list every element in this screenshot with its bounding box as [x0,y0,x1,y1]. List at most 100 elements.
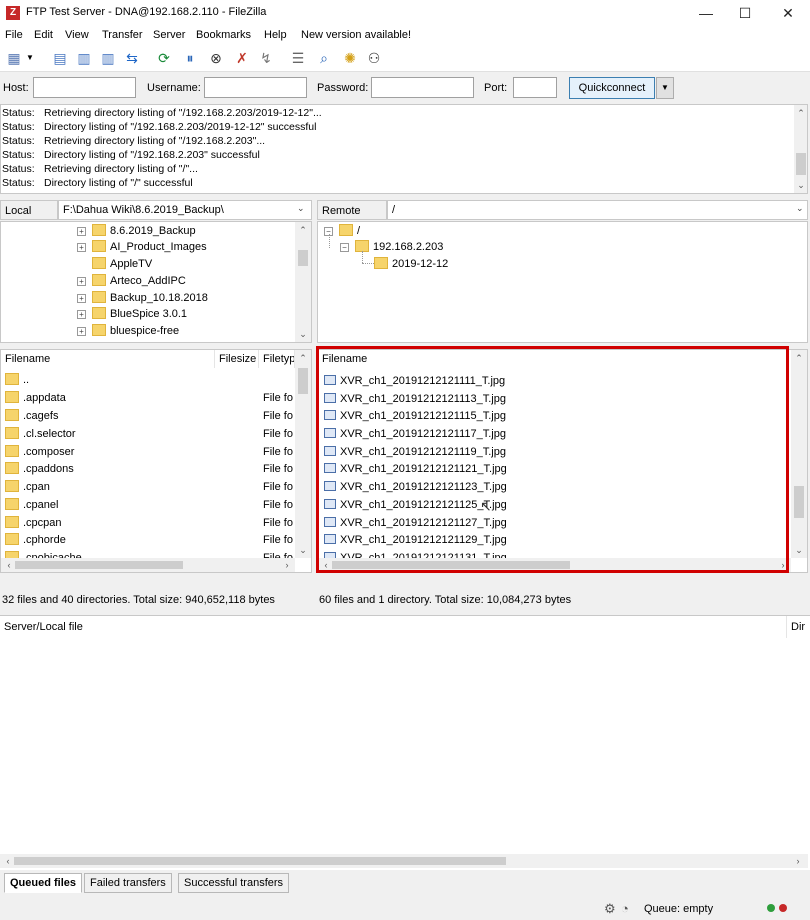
remote-path-input[interactable]: / [387,200,808,220]
menu-view[interactable]: View [65,29,89,41]
local-directory-tree[interactable]: +8.6.2019_Backup + AI_Product_Images Appl… [0,221,312,343]
scroll-left-icon[interactable]: ‹ [2,855,14,867]
list-item[interactable]: XVR_ch1_20191212121117_T.jpg [324,425,506,443]
password-input[interactable] [371,77,474,98]
scroll-up-icon[interactable]: ⌃ [297,352,309,364]
message-log[interactable]: Status: Retrieving directory listing of "… [0,104,808,194]
scrollbar-thumb[interactable] [794,486,804,518]
queue-column-server[interactable]: Server/Local file [4,621,83,633]
scrollbar-thumb[interactable] [298,250,308,266]
queue-column-direction[interactable]: Dir [786,616,805,638]
scroll-down-icon[interactable]: ⌄ [297,544,309,556]
list-item[interactable]: XVR_ch1_20191212121119_T.jpg [324,443,506,461]
queue-hscrollbar[interactable]: ‹ › [0,854,808,868]
list-item[interactable]: XVR_ch1_20191212121123_T.jpg [324,478,507,496]
scrollbar-thumb[interactable] [332,561,570,569]
list-item[interactable]: XVR_ch1_20191212121115_T.jpg [324,407,506,425]
scroll-up-icon[interactable]: ⌃ [297,224,309,236]
filter-icon[interactable]: ☰ [288,48,308,68]
column-header-filename[interactable]: Filename [1,350,215,368]
chevron-down-icon[interactable]: ⌄ [796,203,804,214]
tree-item[interactable]: AppleTV [92,256,152,272]
port-input[interactable] [513,77,557,98]
list-item[interactable]: XVR_ch1_20191212121111_T.jpg [324,372,505,390]
compare-icon[interactable]: ⌕ [314,48,334,68]
tab-failed-transfers[interactable]: Failed transfers [84,873,172,893]
menu-file[interactable]: File [5,29,23,41]
list-item[interactable]: XVR_ch1_20191212121113_T.jpg [324,390,506,408]
scroll-down-icon[interactable]: ⌄ [297,328,309,340]
list-item[interactable]: .cpanel File fo [5,496,293,514]
scroll-up-icon[interactable]: ⌃ [795,107,807,119]
list-item[interactable]: .cpaddons File fo [5,460,293,478]
sync-browse-icon[interactable]: ✺ [340,48,360,68]
toggle-queue-icon[interactable]: ⇆ [122,48,142,68]
menu-edit[interactable]: Edit [34,29,53,41]
reconnect-icon[interactable]: ↯ [256,48,276,68]
tab-queued-files[interactable]: Queued files [4,873,83,893]
local-list-vscrollbar[interactable]: ⌃ ⌄ [295,350,311,558]
scrollbar-thumb[interactable] [14,857,506,865]
tree-item[interactable]: −192.168.2.203 [340,239,443,255]
list-item[interactable]: XVR_ch1_20191212121129_T.jpg [324,531,507,549]
list-item[interactable]: XVR_ch1_20191212121121_T.jpg [324,460,507,478]
scroll-right-icon[interactable]: › [281,559,293,571]
list-item[interactable]: .composer File fo [5,443,293,461]
site-manager-icon[interactable]: ▦ [4,48,24,68]
scroll-down-icon[interactable]: ⌄ [793,544,805,556]
scroll-right-icon[interactable]: › [777,559,789,571]
process-queue-icon[interactable]: ⏸ [180,48,200,68]
column-header-filename[interactable]: Filename [318,350,788,368]
list-item[interactable]: .. [5,371,29,389]
quickconnect-history-dropdown[interactable]: ▼ [656,77,674,99]
remote-directory-tree[interactable]: − / −192.168.2.203 2019-12-12 [317,221,808,343]
tree-item[interactable]: + bluespice-free [77,323,179,339]
column-header-filetype[interactable]: Filetyp [259,350,295,368]
tree-item[interactable]: + Arteco_AddIPC [77,273,186,289]
list-item[interactable]: .cpan File fo [5,478,293,496]
tree-item[interactable]: + BlueSpice 3.0.1 [77,306,187,322]
tree-item[interactable]: +8.6.2019_Backup [77,223,196,239]
scrollbar-thumb[interactable] [796,153,806,175]
transfer-queue[interactable]: Server/Local file Dir ‹ › [0,615,810,870]
remote-list-vscrollbar[interactable]: ⌃ ⌄ [791,350,807,558]
list-item[interactable]: .appdata File fo [5,389,293,407]
menu-help[interactable]: Help [264,29,287,41]
maximize-button[interactable]: ☐ [723,0,767,26]
host-input[interactable] [33,77,136,98]
tree-item[interactable]: + AI_Product_Images [77,239,207,255]
scroll-right-icon[interactable]: › [792,855,804,867]
list-item[interactable]: .cpcpan File fo [5,514,293,532]
remote-list-hscrollbar[interactable]: ‹ › [318,558,791,572]
username-input[interactable] [204,77,307,98]
list-item[interactable]: XVR_ch1_20191212121127_T.jpg [324,514,507,532]
minimize-button[interactable]: — [684,0,728,26]
list-item[interactable]: .cl.selector File fo [5,425,293,443]
scroll-up-icon[interactable]: ⌃ [793,352,805,364]
quickconnect-button[interactable]: Quickconnect [569,77,655,99]
chevron-down-icon[interactable]: ⌄ [297,203,305,214]
scroll-down-icon[interactable]: ⌄ [795,179,807,191]
toggle-local-tree-icon[interactable]: ▥ [74,48,94,68]
scroll-left-icon[interactable]: ‹ [3,559,15,571]
disconnect-icon[interactable]: ✗ [232,48,252,68]
refresh-icon[interactable]: ⟳ [154,48,174,68]
list-item[interactable]: .cagefs File fo [5,407,293,425]
column-header-filesize[interactable]: Filesize [215,350,259,368]
scrollbar-thumb[interactable] [298,368,308,394]
scrollbar-thumb[interactable] [15,561,183,569]
site-manager-dropdown-icon[interactable]: ▼ [24,48,36,68]
menu-bookmarks[interactable]: Bookmarks [196,29,251,41]
tree-item[interactable]: + Backup_10.18.2018 [77,290,208,306]
search-icon[interactable]: ⚇ [364,48,384,68]
toggle-log-icon[interactable]: ▤ [50,48,70,68]
local-tree-scrollbar[interactable]: ⌃ ⌄ [295,222,311,342]
remote-file-list[interactable]: Filename ⌃ XVR_ch1_20191212121111_T.jpg … [317,349,808,573]
cancel-icon[interactable]: ⊗ [206,48,226,68]
tab-successful-transfers[interactable]: Successful transfers [178,873,290,893]
list-item[interactable]: .cphorde File fo [5,531,293,549]
menu-new-version[interactable]: New version available! [301,29,411,41]
scroll-left-icon[interactable]: ‹ [320,559,332,571]
local-list-hscrollbar[interactable]: ‹ › [1,558,295,572]
local-path-input[interactable]: F:\Dahua Wiki\8.6.2019_Backup\ [58,200,312,220]
